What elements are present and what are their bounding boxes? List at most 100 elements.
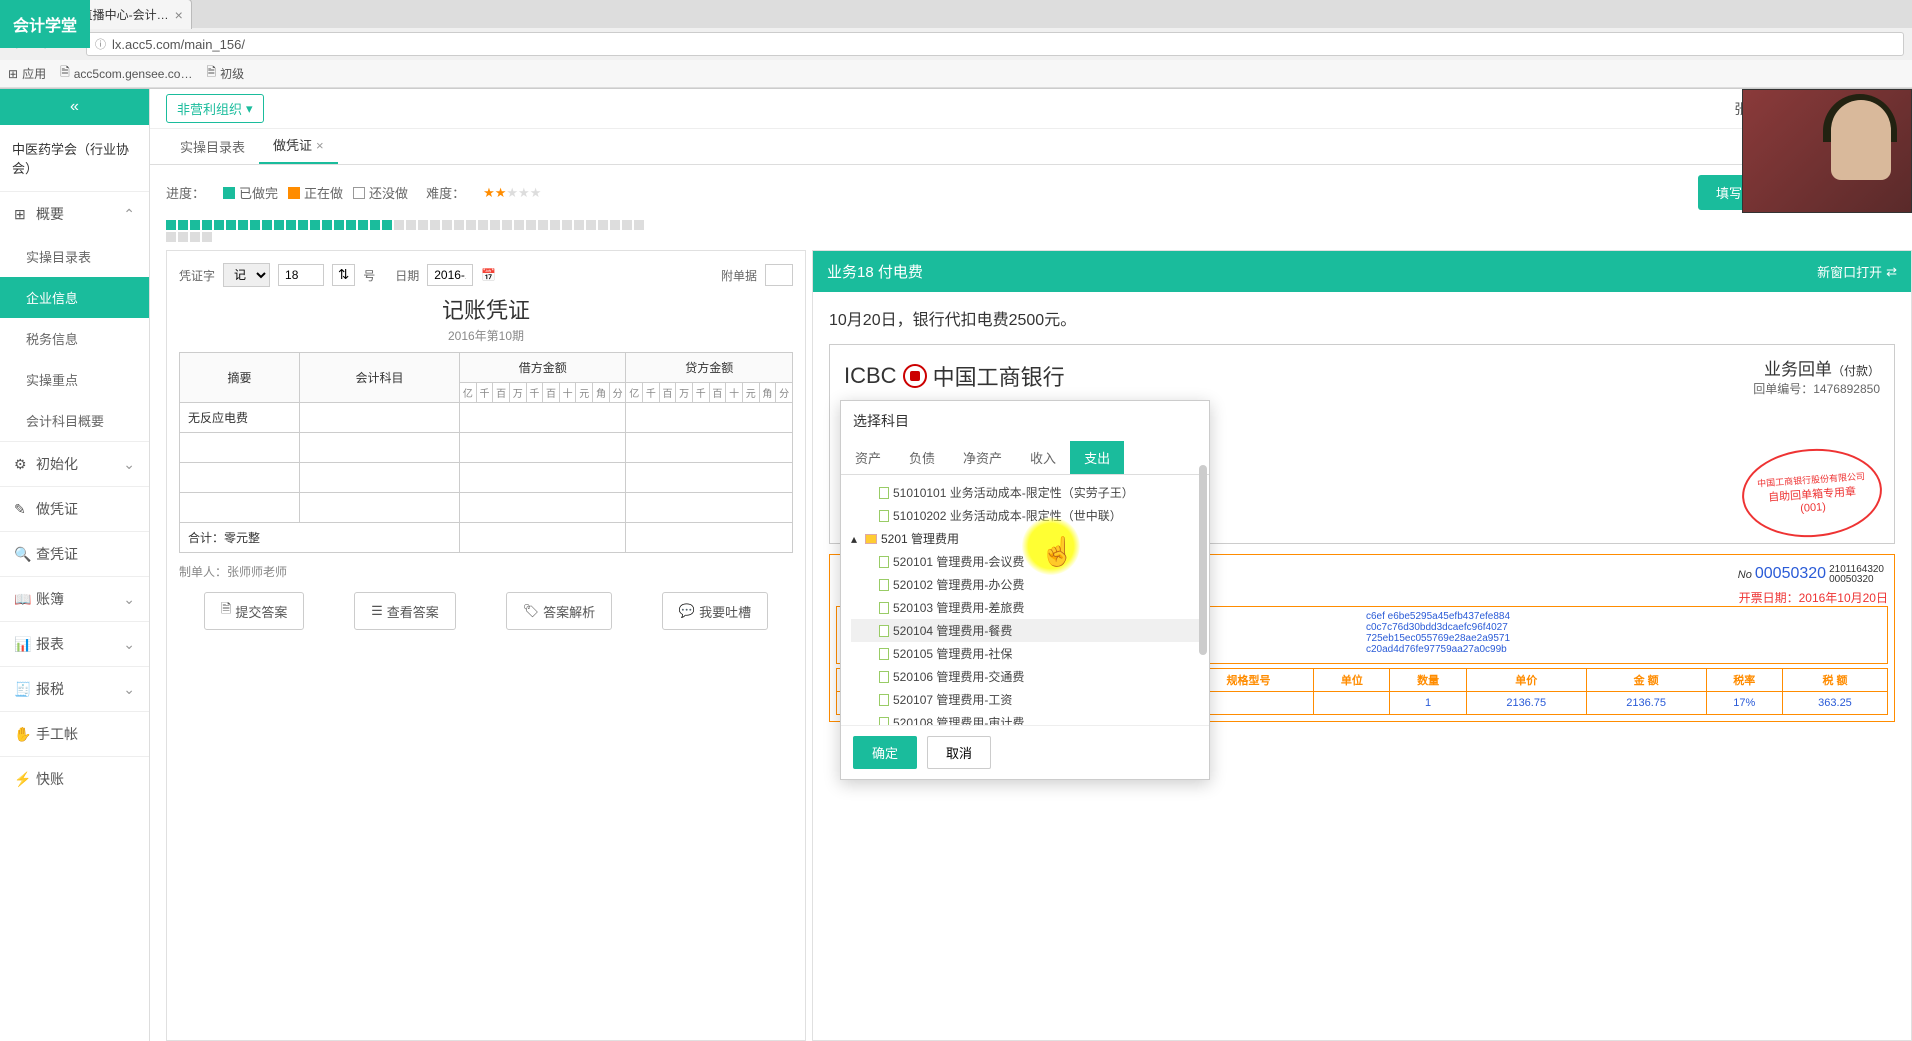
progress-dot[interactable] <box>622 220 632 230</box>
account-leaf[interactable]: 520104 管理费用-餐费 <box>851 619 1199 642</box>
sidebar-section-report[interactable]: 📊报表⌄ <box>0 622 149 666</box>
close-icon[interactable]: × <box>175 7 183 23</box>
progress-dot[interactable] <box>358 220 368 230</box>
picker-tab[interactable]: 支出 <box>1070 441 1124 474</box>
progress-dot[interactable] <box>166 232 176 242</box>
ok-button[interactable]: 确定 <box>853 736 917 769</box>
row-account[interactable] <box>300 403 460 433</box>
picker-tab[interactable]: 负债 <box>895 441 949 474</box>
sidebar-section-init[interactable]: ⚙初始化⌄ <box>0 442 149 486</box>
progress-dot[interactable] <box>430 220 440 230</box>
progress-dot[interactable] <box>562 220 572 230</box>
bookmark-item[interactable]: 🗎 acc5com.gensee.co… <box>60 63 192 84</box>
account-folder[interactable]: ▴ 5201 管理费用 <box>851 527 1199 550</box>
sidebar-item-catalog[interactable]: 实操目录表 <box>0 236 149 277</box>
sidebar-section-search[interactable]: 🔍查凭证 <box>0 532 149 576</box>
progress-dot[interactable] <box>250 220 260 230</box>
progress-dot[interactable] <box>286 220 296 230</box>
tab-voucher[interactable]: 做凭证× <box>259 127 338 164</box>
voucher-type-select[interactable]: 记 <box>223 263 270 287</box>
picker-tab[interactable]: 净资产 <box>949 441 1016 474</box>
progress-dot[interactable] <box>490 220 500 230</box>
row-debit[interactable] <box>460 403 626 433</box>
progress-dot[interactable] <box>202 232 212 242</box>
progress-dot[interactable] <box>238 220 248 230</box>
url-input[interactable]: ⓘ lx.acc5.com/main_156/ <box>86 32 1904 56</box>
scrollbar[interactable] <box>1199 475 1207 655</box>
progress-dot[interactable] <box>538 220 548 230</box>
progress-dot[interactable] <box>466 220 476 230</box>
picker-tab[interactable]: 资产 <box>841 441 895 474</box>
account-leaf[interactable]: 520108 管理费用-审计费 <box>851 711 1199 725</box>
progress-dot[interactable] <box>298 220 308 230</box>
picker-tab[interactable]: 收入 <box>1016 441 1070 474</box>
progress-dot[interactable] <box>382 220 392 230</box>
progress-dot[interactable] <box>502 220 512 230</box>
org-type-dropdown[interactable]: 非营利组织 ▾ <box>166 94 264 123</box>
account-leaf[interactable]: 520106 管理费用-交通费 <box>851 665 1199 688</box>
progress-dot[interactable] <box>166 220 176 230</box>
progress-dot[interactable] <box>190 220 200 230</box>
account-leaf[interactable]: 520107 管理费用-工资 <box>851 688 1199 711</box>
progress-dot[interactable] <box>370 220 380 230</box>
account-leaf[interactable]: 51010202 业务活动成本-限定性（世中联） <box>851 504 1199 527</box>
account-tree[interactable]: 51010101 业务活动成本-限定性（实劳子王） 51010202 业务活动成… <box>841 475 1209 725</box>
progress-dot[interactable] <box>334 220 344 230</box>
date-input[interactable] <box>427 264 473 286</box>
sidebar-section-overview[interactable]: ⊞概要 ⌃ <box>0 192 149 236</box>
tab-catalog[interactable]: 实操目录表 <box>166 129 259 164</box>
sidebar-item-accounts[interactable]: 会计科目概要 <box>0 400 149 441</box>
progress-dot[interactable] <box>322 220 332 230</box>
row-summary[interactable]: 无反应电费 <box>180 403 300 433</box>
progress-dot[interactable] <box>178 220 188 230</box>
progress-dot[interactable] <box>574 220 584 230</box>
progress-dot[interactable] <box>526 220 536 230</box>
progress-dot[interactable] <box>442 220 452 230</box>
account-leaf[interactable]: 520103 管理费用-差旅费 <box>851 596 1199 619</box>
account-leaf[interactable]: 520101 管理费用-会议费 <box>851 550 1199 573</box>
progress-dot[interactable] <box>274 220 284 230</box>
account-leaf[interactable]: 51010101 业务活动成本-限定性（实劳子王） <box>851 481 1199 504</box>
feedback-button[interactable]: 💬我要吐槽 <box>662 592 768 630</box>
progress-dot[interactable] <box>610 220 620 230</box>
bookmark-item[interactable]: 🗎 初级 <box>206 63 244 84</box>
sidebar-item-tax[interactable]: 税务信息 <box>0 318 149 359</box>
sidebar-section-quick[interactable]: ⚡快账 <box>0 757 149 801</box>
progress-dot[interactable] <box>226 220 236 230</box>
progress-dot[interactable] <box>346 220 356 230</box>
sidebar-section-ledger[interactable]: 📖账簿⌄ <box>0 577 149 621</box>
progress-dot[interactable] <box>190 232 200 242</box>
progress-dot[interactable] <box>394 220 404 230</box>
account-leaf[interactable]: 520102 管理费用-办公费 <box>851 573 1199 596</box>
progress-dot[interactable] <box>178 232 188 242</box>
attach-input[interactable] <box>765 264 793 286</box>
calendar-icon[interactable]: 📅 <box>481 268 496 282</box>
progress-dot[interactable] <box>310 220 320 230</box>
progress-dot[interactable] <box>418 220 428 230</box>
apps-button[interactable]: ⊞ 应用 <box>8 65 46 82</box>
close-icon[interactable]: × <box>316 138 324 153</box>
voucher-number-stepper[interactable]: ⇅ <box>332 264 355 286</box>
sidebar-collapse-button[interactable]: « <box>0 89 149 125</box>
progress-dot[interactable] <box>598 220 608 230</box>
progress-dot[interactable] <box>478 220 488 230</box>
progress-dot[interactable] <box>262 220 272 230</box>
progress-dot[interactable] <box>214 220 224 230</box>
sidebar-item-keypoints[interactable]: 实操重点 <box>0 359 149 400</box>
progress-dot[interactable] <box>586 220 596 230</box>
sidebar-item-company[interactable]: 企业信息 <box>0 277 149 318</box>
progress-dot[interactable] <box>550 220 560 230</box>
cancel-button[interactable]: 取消 <box>927 736 991 769</box>
progress-dot[interactable] <box>202 220 212 230</box>
open-new-window-button[interactable]: 新窗口打开 ⇄ <box>1817 262 1897 281</box>
progress-dot[interactable] <box>454 220 464 230</box>
view-answer-button[interactable]: ☰查看答案 <box>354 592 456 630</box>
sidebar-section-taxfile[interactable]: 🧾报税⌄ <box>0 667 149 711</box>
row-credit[interactable] <box>626 403 793 433</box>
progress-dot[interactable] <box>514 220 524 230</box>
submit-button[interactable]: 🗎提交答案 <box>204 592 304 630</box>
voucher-number-input[interactable] <box>278 264 324 286</box>
explanation-button[interactable]: 🏷答案解析 <box>506 592 613 630</box>
progress-dot[interactable] <box>634 220 644 230</box>
sidebar-section-voucher[interactable]: ✎做凭证 <box>0 487 149 531</box>
